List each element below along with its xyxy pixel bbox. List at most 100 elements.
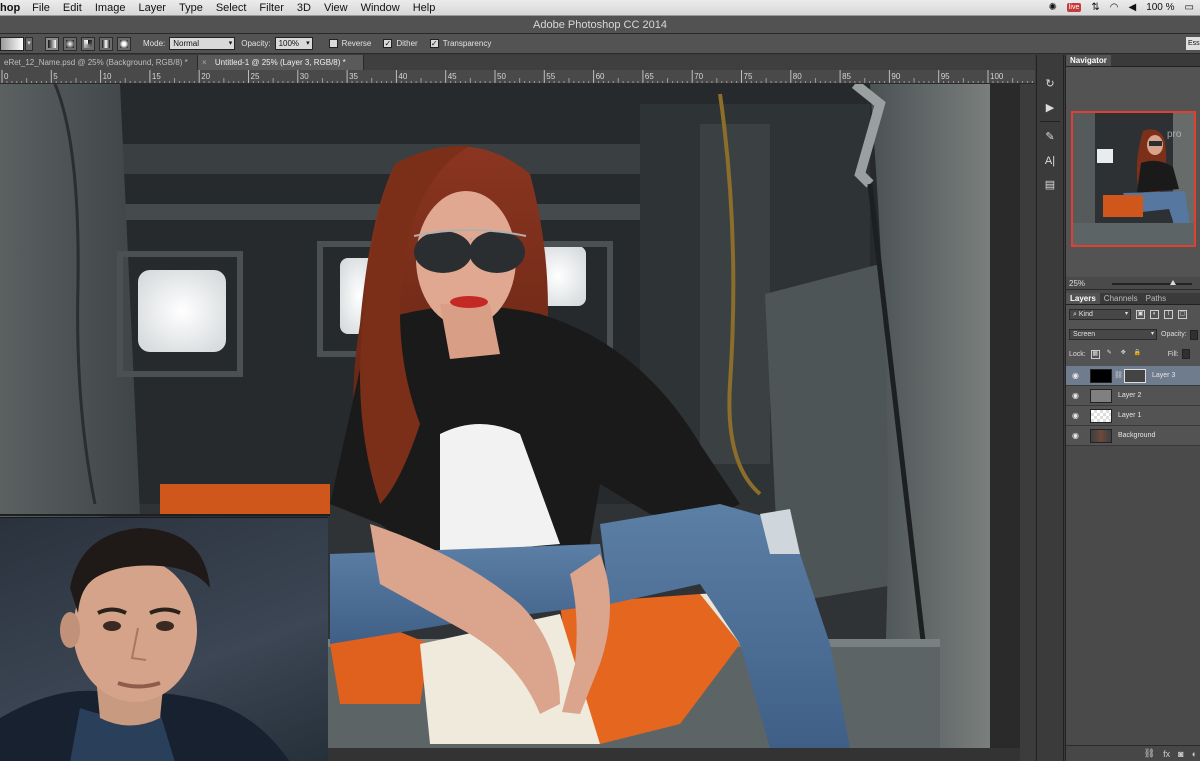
menu-3d[interactable]: 3D xyxy=(297,2,311,14)
blend-row: Screen Opacity: xyxy=(1069,329,1198,340)
visibility-eye-icon[interactable]: ◉ xyxy=(1072,411,1082,420)
photoshop-screen: hop File Edit Image Layer Type Select Fi… xyxy=(0,0,1200,761)
filter-shape-icon[interactable]: ▢ xyxy=(1178,310,1187,319)
tab-psd-document[interactable]: eRet_12_Name.psd @ 25% (Background, RGB/… xyxy=(0,55,198,70)
layer-thumbnail[interactable] xyxy=(1090,409,1112,423)
layer-opacity-field[interactable] xyxy=(1189,329,1198,340)
filter-type-icon[interactable]: T xyxy=(1164,310,1173,319)
angle-gradient-button[interactable] xyxy=(81,36,95,51)
lock-transparent-icon[interactable]: ▦ xyxy=(1090,349,1100,359)
radial-gradient-button[interactable] xyxy=(63,36,77,51)
vertical-scrollbar[interactable] xyxy=(1020,84,1035,761)
layer-row-background[interactable]: ◉ Background xyxy=(1066,426,1200,446)
tab-layers[interactable]: Layers xyxy=(1066,293,1100,304)
tab-untitled-document[interactable]: × Untitled-1 @ 25% (Layer 3, RGB/8) * xyxy=(198,55,364,70)
layer-name[interactable]: Background xyxy=(1118,426,1155,446)
app-menu[interactable]: hop xyxy=(0,2,20,14)
close-tab-icon[interactable]: × xyxy=(202,58,207,67)
diamond-gradient-button[interactable] xyxy=(117,36,131,51)
visibility-eye-icon[interactable]: ◉ xyxy=(1072,371,1082,380)
layer-row-layer-3[interactable]: ◉ ⛓ Layer 3 xyxy=(1066,366,1200,386)
layer-thumbnail[interactable] xyxy=(1090,369,1112,383)
visibility-eye-icon[interactable]: ◉ xyxy=(1072,391,1082,400)
reverse-label: Reverse xyxy=(341,39,372,48)
layer-row-layer-2[interactable]: ◉ Layer 2 xyxy=(1066,386,1200,406)
navigator-thumbnail: pro xyxy=(1073,113,1194,245)
battery-icon[interactable]: ▭ xyxy=(1185,2,1194,13)
layer-thumbnail[interactable] xyxy=(1090,389,1112,403)
mode-select[interactable]: Normal xyxy=(169,37,236,50)
reverse-checkbox[interactable] xyxy=(328,39,338,48)
menu-bar: hop File Edit Image Layer Type Select Fi… xyxy=(0,0,1200,16)
layer-name[interactable]: Layer 2 xyxy=(1118,386,1141,406)
navigator-panel: pro xyxy=(1066,67,1200,281)
tab-paths[interactable]: Paths xyxy=(1142,293,1170,304)
opacity-field[interactable]: 100% xyxy=(274,37,313,50)
character-icon[interactable]: A| xyxy=(1040,152,1060,170)
sync-icon[interactable]: ⇅ xyxy=(1091,2,1099,13)
filter-pixel-icon[interactable]: ▣ xyxy=(1136,310,1145,319)
menu-help[interactable]: Help xyxy=(413,2,436,14)
zoom-slider[interactable] xyxy=(1112,280,1192,285)
ruler-tick-label: 5 xyxy=(53,72,58,81)
ruler-tick-label: 50 xyxy=(497,72,506,81)
history-icon[interactable]: ↻ xyxy=(1040,75,1060,93)
gradient-picker[interactable] xyxy=(0,36,24,51)
lock-all-icon[interactable]: 🔒 xyxy=(1133,350,1142,359)
layer-name[interactable]: Layer 3 xyxy=(1152,366,1175,386)
gradient-dropdown[interactable]: ▾ xyxy=(25,36,33,51)
ruler-tick-label: 0 xyxy=(4,72,9,81)
navigator-zoom-bar: 25% xyxy=(1066,277,1200,290)
layer-mask-thumbnail[interactable] xyxy=(1124,369,1146,383)
menu-window[interactable]: Window xyxy=(361,2,400,14)
lock-image-icon[interactable]: ✎ xyxy=(1105,350,1114,359)
add-mask-icon[interactable]: ◙ xyxy=(1178,749,1183,759)
filter-adjustment-icon[interactable]: ◐ xyxy=(1150,310,1159,319)
actions-play-icon[interactable]: ▶ xyxy=(1040,99,1060,117)
layer-thumbnail[interactable] xyxy=(1090,429,1112,443)
menu-edit[interactable]: Edit xyxy=(63,2,82,14)
lock-label: Lock: xyxy=(1069,350,1086,358)
filter-row: ⌕ Kind ▣ ◐ T ▢ xyxy=(1069,309,1187,320)
volume-icon[interactable]: ◀ xyxy=(1128,2,1136,13)
menu-layer[interactable]: Layer xyxy=(138,2,166,14)
layer-style-icon[interactable]: fx xyxy=(1163,749,1170,759)
dither-checkbox[interactable]: ✓ xyxy=(383,39,393,48)
ruler-tick-label: 100 xyxy=(990,72,1004,81)
tab-navigator[interactable]: Navigator xyxy=(1066,55,1111,66)
brush-preset-icon[interactable]: ✎ xyxy=(1040,128,1060,146)
link-layers-icon[interactable]: ⛓ xyxy=(1144,748,1155,759)
menu-file[interactable]: File xyxy=(32,2,50,14)
properties-icon[interactable]: ▤ xyxy=(1040,176,1060,194)
dither-label: Dither xyxy=(396,39,418,48)
fill-field[interactable] xyxy=(1181,349,1190,359)
wifi-icon[interactable]: ◠ xyxy=(1110,2,1119,13)
opacity-label: Opacity: xyxy=(1161,331,1187,338)
navigator-zoom-value[interactable]: 25% xyxy=(1069,279,1085,288)
visibility-eye-icon[interactable]: ◉ xyxy=(1072,431,1082,440)
workspace-button[interactable]: Ess xyxy=(1186,37,1200,50)
menu-image[interactable]: Image xyxy=(95,2,126,14)
layer-row-layer-1[interactable]: ◉ Layer 1 xyxy=(1066,406,1200,426)
menu-select[interactable]: Select xyxy=(216,2,247,14)
zoom-slider-handle[interactable] xyxy=(1170,280,1176,285)
menu-filter[interactable]: Filter xyxy=(259,2,283,14)
ruler-tick-label: 40 xyxy=(398,72,407,81)
blend-mode-select[interactable]: Screen xyxy=(1069,329,1157,340)
ruler-tick-label: 35 xyxy=(349,72,358,81)
kind-filter-select[interactable]: ⌕ Kind xyxy=(1069,309,1131,320)
layer-name[interactable]: Layer 1 xyxy=(1118,406,1141,426)
navigator-preview[interactable]: pro xyxy=(1071,111,1196,247)
menu-view[interactable]: View xyxy=(324,2,348,14)
lock-position-icon[interactable]: ✥ xyxy=(1119,350,1128,359)
adjustment-layer-icon[interactable]: ◐ xyxy=(1192,749,1197,759)
link-mask-icon[interactable]: ⛓ xyxy=(1114,370,1123,382)
reflected-gradient-button[interactable] xyxy=(99,36,113,51)
linear-gradient-button[interactable] xyxy=(45,36,59,51)
live-badge[interactable]: live xyxy=(1066,3,1082,12)
transparency-checkbox[interactable]: ✓ xyxy=(429,39,439,48)
menu-type[interactable]: Type xyxy=(179,2,203,14)
horizontal-ruler[interactable]: 0 5 10 15 20 25 30 35 40 45 50 55 60 65 70 75 80 85 90 95 10… xyxy=(0,70,1035,84)
tab-channels[interactable]: Channels xyxy=(1100,293,1142,304)
brightness-icon[interactable]: ✺ xyxy=(1048,2,1056,13)
